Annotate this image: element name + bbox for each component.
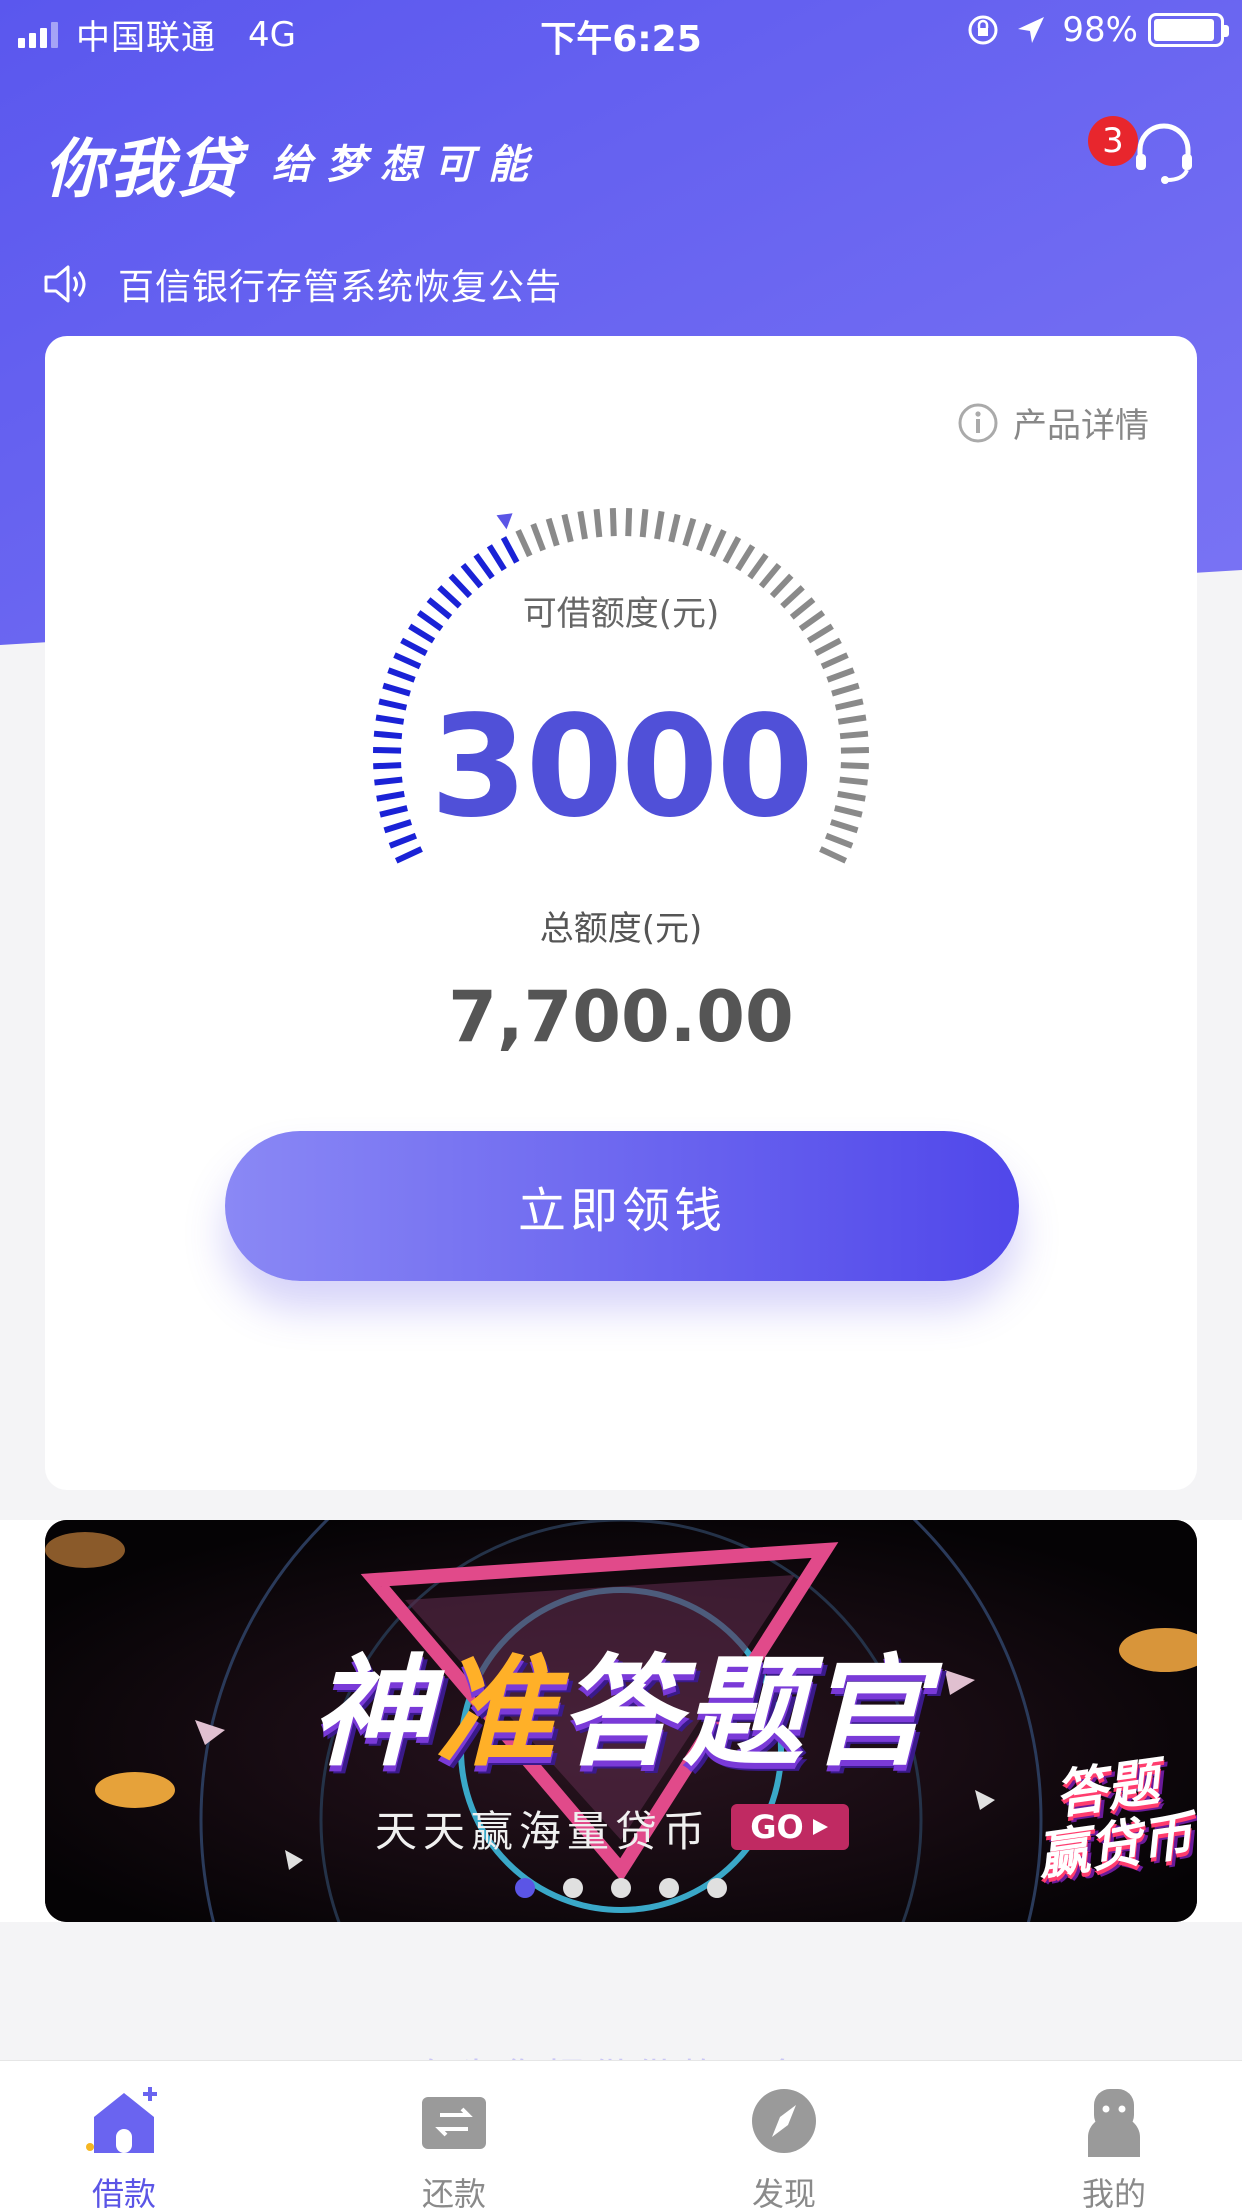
- total-amount: 7,700.00: [448, 976, 794, 1058]
- gauge-tick: [682, 517, 697, 547]
- play-icon: [812, 1819, 828, 1835]
- gauge-marker: [496, 513, 513, 530]
- battery-icon: [1148, 13, 1229, 47]
- compass-icon: [752, 2089, 816, 2153]
- carousel-dots: [45, 1878, 1197, 1898]
- rotation-lock-icon: [968, 15, 998, 45]
- go-button[interactable]: GO: [731, 1804, 849, 1850]
- tab-repay[interactable]: 还款: [374, 2081, 534, 2208]
- gauge-tick: [758, 562, 782, 589]
- home-icon: [86, 2087, 157, 2153]
- gauge-tick: [500, 536, 520, 564]
- available-amount: 3000: [430, 686, 814, 849]
- tab-bar: 借款 还款 发现 我的: [0, 2060, 1242, 2208]
- total-label: 总额度(元): [539, 909, 703, 949]
- repay-card-icon: [422, 2097, 486, 2149]
- gauge-tick: [820, 652, 849, 670]
- gauge-tick: [577, 510, 588, 540]
- gauge-tick: [460, 562, 484, 589]
- carousel-dot[interactable]: [659, 1878, 679, 1898]
- gauge-tick: [530, 523, 546, 552]
- carousel-dot[interactable]: [563, 1878, 583, 1898]
- gauge-tick: [609, 508, 617, 537]
- gauge-tick: [747, 553, 769, 580]
- tab-borrow[interactable]: 借款: [44, 2081, 204, 2208]
- gauge-tick: [819, 846, 848, 864]
- gauge-tick: [639, 508, 649, 538]
- tab-repay-label: 还款: [421, 2175, 486, 2208]
- gauge-tick: [400, 637, 428, 657]
- gauge-tick: [722, 536, 742, 564]
- get-money-button[interactable]: 立即领钱: [225, 1131, 1019, 1281]
- location-arrow-icon: [1018, 17, 1045, 43]
- gauge-tick: [393, 652, 422, 670]
- banner-title-accent: 准: [435, 1644, 559, 1783]
- credit-card-panel: 产品详情 可借额度(元) 3000 总额度(元) 7,700.00 立即领钱: [45, 336, 1197, 1490]
- gauge-tick: [561, 513, 574, 543]
- tab-discover[interactable]: 发现: [704, 2081, 864, 2208]
- gauge-tick: [696, 523, 712, 552]
- gauge-tick: [654, 510, 665, 540]
- carousel-dot[interactable]: [515, 1878, 535, 1898]
- support-badge: 3: [1088, 116, 1138, 166]
- go-label: GO: [750, 1808, 804, 1846]
- gauge-tick: [709, 529, 727, 558]
- speaker-icon: [44, 265, 86, 303]
- app-screen: 中国联通 4G 下午6:25 98% 你我贷 给梦想可能 3 百信银行存管系统恢…: [0, 0, 1242, 2208]
- battery-percent: 98%: [1062, 10, 1138, 50]
- app-logo: 你我贷: [44, 133, 242, 207]
- gauge-tick: [625, 508, 633, 537]
- gauge-tick: [735, 544, 756, 572]
- gauge-tick: [668, 513, 681, 543]
- available-label: 可借额度(元): [522, 594, 720, 634]
- banner-title: 神准答题官: [45, 1615, 1197, 1789]
- gauge-tick: [394, 846, 423, 864]
- banner-subtitle: 天天赢海量贷币: [375, 1807, 712, 1856]
- notice-bar[interactable]: 百信银行存管系统恢复公告: [44, 258, 562, 310]
- gauge-tick: [826, 667, 855, 683]
- status-bar: 中国联通 4G 下午6:25 98%: [0, 0, 1242, 62]
- tab-discover-label: 发现: [751, 2175, 816, 2208]
- user-icon: [1088, 2089, 1140, 2157]
- carousel-dot[interactable]: [707, 1878, 727, 1898]
- tab-me[interactable]: 我的: [1034, 2081, 1194, 2208]
- gauge-tick: [545, 517, 560, 547]
- tab-me-label: 我的: [1081, 2175, 1146, 2208]
- notice-text: 百信银行存管系统恢复公告: [118, 267, 563, 308]
- gauge-tick: [486, 544, 507, 572]
- carousel-dot[interactable]: [611, 1878, 631, 1898]
- banner-title-a: 神: [311, 1644, 435, 1783]
- tab-borrow-label: 借款: [91, 2175, 156, 2208]
- headset-icon[interactable]: [1130, 118, 1198, 186]
- gauge-tick: [814, 637, 842, 657]
- banner-title-b: 答题官: [559, 1644, 931, 1783]
- gauge-tick: [473, 553, 495, 580]
- gauge-tick: [593, 508, 603, 538]
- promo-banner[interactable]: 神准答题官 天天赢海量贷币 GO 答题 赢贷币: [45, 1520, 1197, 1922]
- gauge-tick: [387, 667, 416, 683]
- app-slogan: 给梦想可能: [272, 142, 542, 188]
- gauge-tick: [515, 529, 533, 558]
- corner-badge: 答题 赢贷币: [1026, 1750, 1197, 1887]
